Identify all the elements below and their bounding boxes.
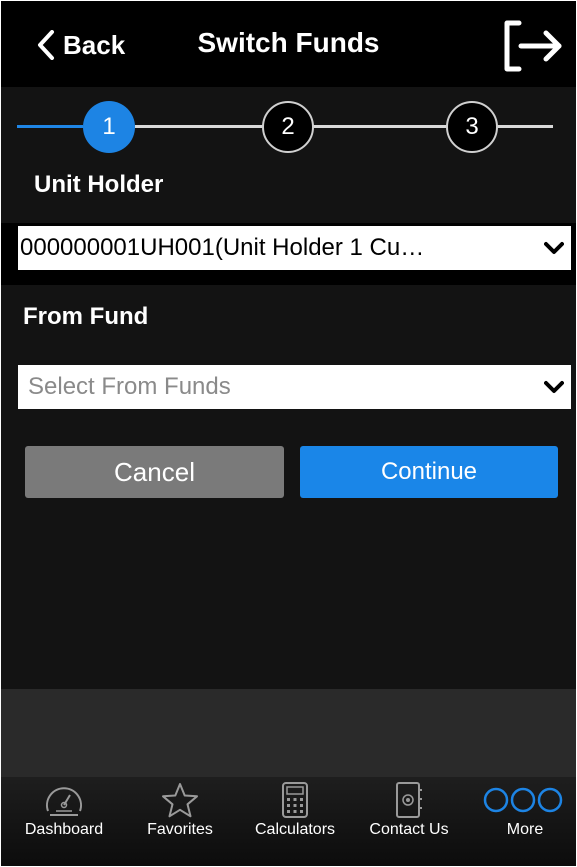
calculator-icon — [282, 782, 308, 818]
step-connector — [135, 125, 263, 128]
tab-calculators[interactable]: Calculators — [240, 777, 350, 847]
top-navigation-bar: Back Switch Funds — [1, 1, 576, 87]
speedometer-icon — [46, 787, 82, 816]
content-footer-area — [1, 689, 576, 779]
chevron-down-icon — [537, 380, 571, 394]
progress-stepper: 1 2 3 — [1, 97, 576, 157]
chevron-down-icon — [537, 241, 571, 255]
from-fund-placeholder: Select From Funds — [28, 373, 231, 400]
tab-more-label: More — [506, 821, 544, 838]
back-button[interactable]: Back — [37, 27, 125, 63]
more-circles-icon — [483, 787, 563, 813]
step-3-indicator: 3 — [446, 101, 498, 153]
bottom-tab-bar: Dashboard Favorites Calculators Contact … — [1, 777, 576, 866]
contact-book-icon — [396, 782, 422, 818]
step-1-indicator: 1 — [83, 101, 135, 153]
tab-more[interactable]: More — [470, 777, 576, 847]
tab-dashboard[interactable]: Dashboard — [9, 777, 119, 847]
back-label: Back — [63, 29, 126, 60]
tab-favorites[interactable]: Favorites — [125, 777, 235, 847]
star-icon — [162, 783, 198, 818]
from-fund-label: From Fund — [23, 303, 149, 330]
switch-funds-screen: Back Switch Funds 1 2 3 Unit Holder 0000… — [1, 1, 576, 866]
unit-holder-label: Unit Holder — [34, 171, 164, 198]
logout-button[interactable] — [501, 17, 567, 75]
step-connector — [497, 125, 553, 128]
step-2-indicator: 2 — [262, 101, 314, 153]
step-connector — [17, 125, 83, 128]
unit-holder-value: 000000001UH001(Unit Holder 1 Cu… — [20, 234, 425, 261]
step-connector — [313, 125, 447, 128]
tab-calculators-label: Calculators — [254, 821, 336, 838]
tab-contact-us[interactable]: Contact Us — [354, 777, 464, 847]
tab-contact-us-label: Contact Us — [369, 821, 449, 838]
from-fund-select[interactable]: Select From Funds — [18, 365, 571, 409]
cancel-button[interactable]: Cancel — [25, 446, 284, 498]
continue-button[interactable]: Continue — [300, 446, 558, 498]
logout-icon — [504, 20, 562, 72]
tab-favorites-label: Favorites — [147, 821, 213, 838]
chevron-left-icon — [38, 30, 54, 60]
unit-holder-select[interactable]: 000000001UH001(Unit Holder 1 Cu… — [18, 226, 571, 270]
tab-dashboard-label: Dashboard — [24, 821, 104, 838]
